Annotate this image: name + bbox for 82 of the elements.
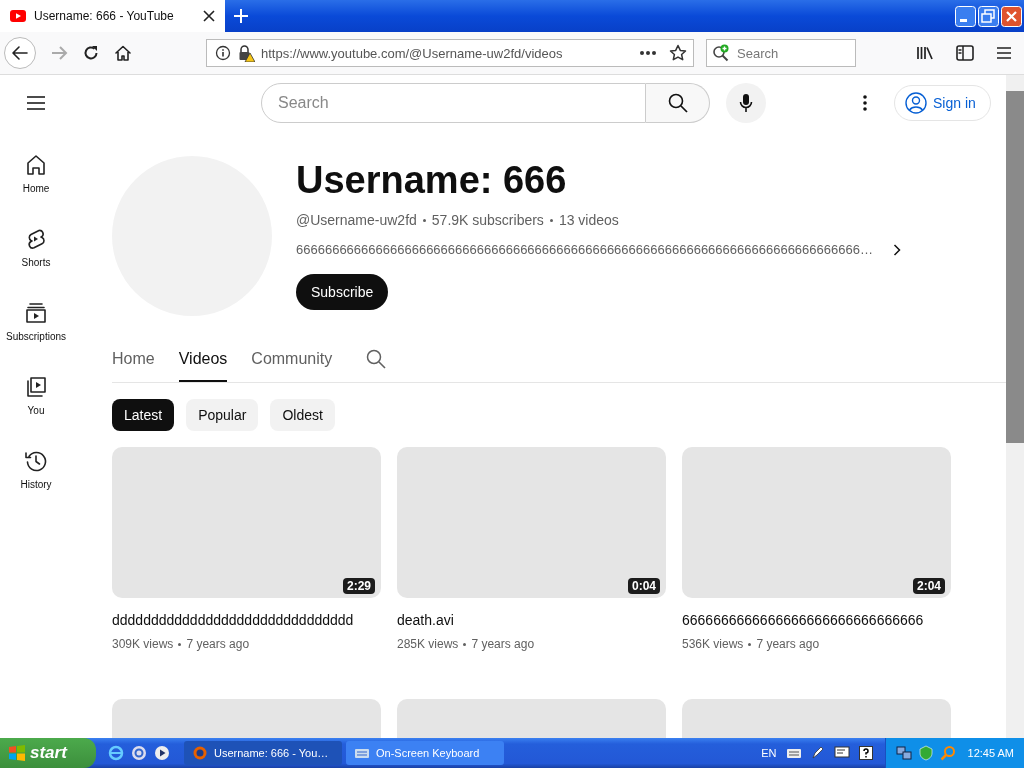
sign-in-button[interactable]: Sign in (894, 85, 991, 121)
home-icon[interactable] (114, 44, 132, 62)
sidebar-item[interactable]: Shorts (0, 219, 72, 293)
channel-description: 666666666666666666666666666666666666666666666666666666666666666666666666666666… (296, 242, 873, 257)
pen-icon[interactable] (810, 746, 825, 760)
view-count: 536K views (682, 637, 744, 651)
minimize-button[interactable] (955, 5, 976, 27)
video-count: 13 videos (558, 212, 619, 228)
subscriptions-icon (24, 301, 48, 325)
view-count: 309K views (112, 637, 174, 651)
warning-lock-icon[interactable] (237, 44, 255, 62)
more-options-icon[interactable] (863, 95, 867, 111)
library-icon[interactable] (916, 44, 934, 62)
duration-badge: 0:04 (627, 578, 660, 594)
upload-age: 7 years ago (471, 637, 535, 651)
info-icon[interactable] (215, 45, 231, 61)
clock: 12:45 AM (967, 747, 1014, 759)
subscribe-button[interactable]: Subscribe (296, 274, 389, 310)
sidebar-item[interactable]: Subscriptions (0, 293, 72, 367)
sidebar-item[interactable]: History (0, 441, 72, 515)
back-arrow-icon (11, 44, 29, 62)
duration-badge: 2:04 (912, 578, 945, 594)
browser-e-icon[interactable] (108, 745, 124, 761)
windows-logo-icon (8, 744, 26, 762)
url-text: https://www.youtube.com/@Username-uw2fd/videos (261, 45, 564, 61)
video-title[interactable]: ddddddddddddddddddddddddddddddd (112, 612, 381, 628)
scrollbar[interactable] (1006, 75, 1024, 738)
taskbar-button[interactable]: On-Screen Keyboard (346, 741, 504, 765)
view-count: 285K views (397, 637, 459, 651)
sidebar-icon[interactable] (956, 45, 974, 61)
filter-chip[interactable]: Oldest (270, 399, 335, 431)
media-player-icon[interactable] (154, 745, 170, 761)
search-button[interactable] (646, 83, 710, 123)
browser-icon (192, 745, 208, 761)
home-icon (24, 153, 48, 177)
menu-icon[interactable] (26, 95, 46, 111)
menu-icon[interactable] (996, 46, 1012, 60)
speech-icon[interactable] (833, 746, 850, 760)
microphone-icon (739, 93, 753, 113)
search-field[interactable]: Search (706, 39, 856, 67)
video-thumbnail[interactable]: 2:29 (112, 447, 381, 598)
upload-age: 7 years ago (186, 637, 250, 651)
browser-tab[interactable]: Username: 666 - YouTube (0, 0, 225, 32)
sidebar-item[interactable]: You (0, 367, 72, 441)
video-thumbnail[interactable]: 2:04 (682, 447, 951, 598)
channel-tab[interactable]: Home (112, 336, 155, 382)
reload-icon[interactable] (82, 44, 100, 62)
video-thumbnail[interactable]: 0:04 (397, 447, 666, 598)
chevron-right-icon[interactable] (892, 243, 901, 256)
microphone-button[interactable] (726, 83, 766, 123)
back-button[interactable] (4, 37, 36, 69)
language-indicator[interactable]: EN (761, 747, 777, 759)
restore-button[interactable] (978, 5, 999, 27)
sidebar-item[interactable]: Home (0, 145, 72, 219)
scrollbar-thumb[interactable] (1006, 91, 1024, 443)
search-icon[interactable] (366, 349, 387, 369)
channel-tab[interactable]: Community (251, 336, 333, 382)
close-icon[interactable] (203, 10, 215, 22)
help-icon[interactable] (858, 746, 873, 760)
search-field[interactable]: Search (261, 83, 646, 123)
video-title[interactable]: 6666666666666666666666666666666 (682, 612, 951, 628)
user-icon (905, 92, 927, 114)
upload-age: 7 years ago (756, 637, 820, 651)
new-tab-icon[interactable] (233, 8, 249, 24)
filter-chip[interactable]: Latest (112, 399, 175, 431)
network-icon[interactable] (895, 745, 912, 761)
channel-handle: @Username-uw2fd (296, 212, 417, 228)
taskbar-button[interactable]: Username: 666 - You… (184, 741, 342, 765)
channel-name: Username: 666 (296, 158, 568, 202)
keyboard-icon[interactable] (785, 747, 802, 759)
search-icon (667, 93, 688, 113)
duration-badge: 2:29 (342, 578, 375, 594)
star-icon[interactable] (669, 44, 687, 62)
more-icon[interactable] (639, 50, 657, 56)
youtube-logo-icon (10, 10, 26, 22)
subscriber-count: 57.9K subscribers (431, 212, 544, 228)
close-button[interactable] (1001, 5, 1022, 27)
filter-chip[interactable]: Popular (186, 399, 259, 431)
video-title[interactable]: death.avi (397, 612, 666, 628)
address-bar[interactable]: https://www.youtube.com/@Username-uw2fd/videos (206, 39, 694, 67)
you-icon (24, 375, 48, 399)
history-icon (24, 449, 48, 473)
